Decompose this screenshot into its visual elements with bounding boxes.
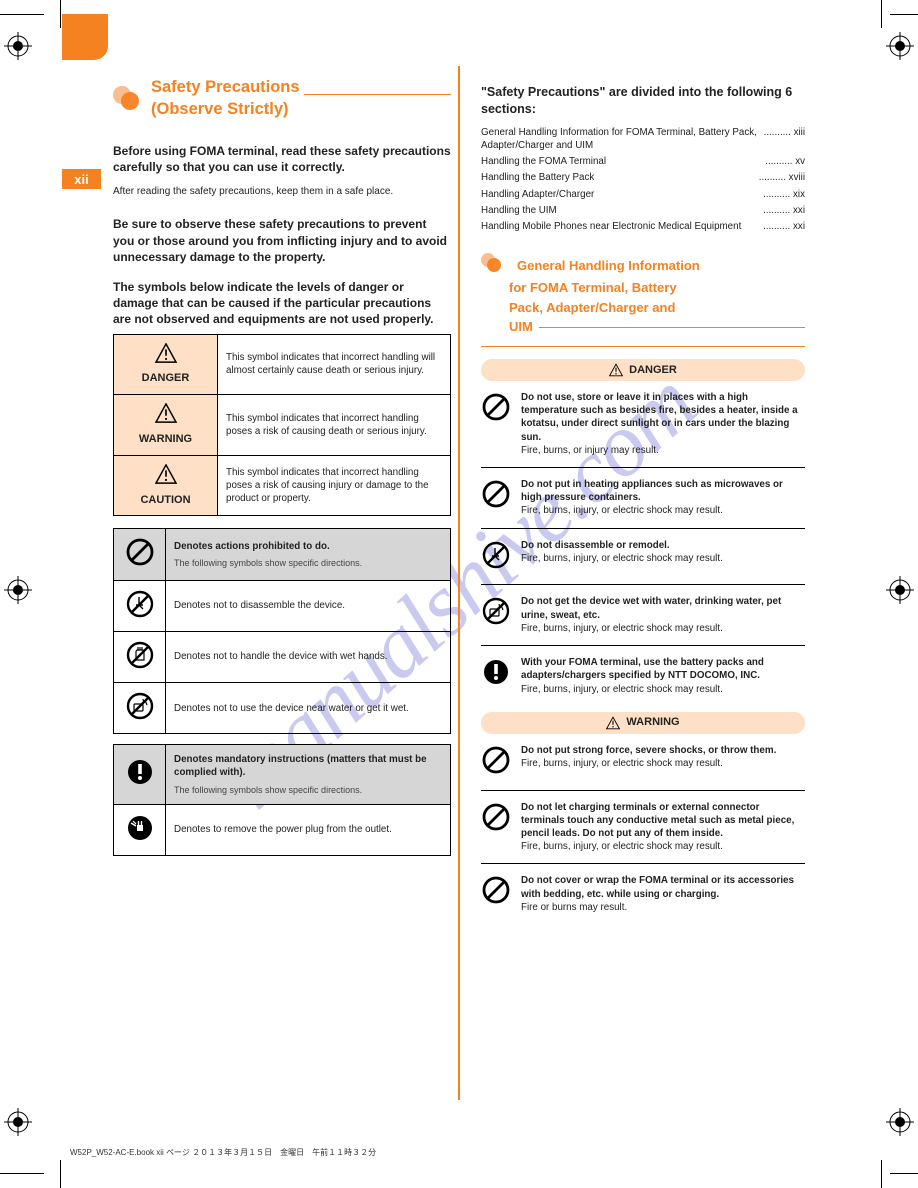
danger-heading-bar: DANGER [481,359,805,381]
corner-tab [62,14,108,60]
crop-mark [890,14,918,15]
no-disassemble-icon [125,589,155,619]
registration-mark-icon [886,576,914,604]
page-number-tab: xii [62,169,101,189]
safety-rule: Do not put strong force, severe shocks, … [481,744,805,780]
intro-paragraph-1: After reading the safety precautions, ke… [113,185,451,199]
crop-mark [0,1173,44,1174]
mandatory-icon [481,657,511,687]
section-title-cont: (Observe Strictly) [151,98,300,120]
registration-mark-icon [4,576,32,604]
table-row: Denotes not to handle the device with we… [114,631,451,682]
safety-rule: Do not disassemble or remodel.Fire, burn… [481,539,805,575]
safety-rule: Do not cover or wrap the FOMA terminal o… [481,874,805,914]
danger-triangle-icon [155,343,177,363]
intro-heading-1: Before using FOMA terminal, read these s… [113,143,451,175]
registration-mark-icon [886,32,914,60]
prohibit-icon [125,537,155,567]
crop-mark [60,0,61,28]
crop-mark [60,1160,61,1188]
no-wet-hands-icon [125,640,155,670]
subsection-title-cont: UIM [509,318,533,336]
crop-mark [881,0,882,28]
table-row: DANGER This symbol indicates that incorr… [114,334,451,395]
no-water-icon [481,596,511,626]
table-row: CAUTION This symbol indicates that incor… [114,455,451,516]
table-row: Denotes mandatory instructions (matters … [114,745,451,805]
table-row: WARNING This symbol indicates that incor… [114,395,451,456]
prohibit-icon [481,479,511,509]
crop-mark [890,1173,918,1174]
registration-mark-icon [4,32,32,60]
danger-triangle-icon [609,363,623,377]
safety-rule: Do not let charging terminals or externa… [481,801,805,854]
no-water-icon [125,691,155,721]
mandatory-icon [125,757,155,787]
prohibit-icon [481,392,511,422]
safety-rule: Do not put in heating appliances such as… [481,478,805,518]
subsection-title-cont: Pack, Adapter/Charger and [509,299,675,317]
registration-mark-icon [4,1108,32,1136]
section-bullet-icon [481,253,511,277]
safety-rule: With your FOMA terminal, use the battery… [481,656,805,696]
hazard-level-table: DANGER This symbol indicates that incorr… [113,334,451,517]
safety-rule: Do not get the device wet with water, dr… [481,595,805,635]
prohibited-symbol-table: Denotes actions prohibited to do. The fo… [113,528,451,734]
warning-triangle-icon [606,716,620,730]
prohibit-icon [481,802,511,832]
intro-heading-3: The symbols below indicate the levels of… [113,279,451,328]
table-row: Denotes to remove the power plug from th… [114,804,451,855]
mandatory-symbol-table: Denotes mandatory instructions (matters … [113,744,451,856]
table-row: Denotes not to disassemble the device. [114,580,451,631]
caution-triangle-icon [155,464,177,484]
prohibit-icon [481,875,511,905]
safety-rule: Do not use, store or leave it in places … [481,391,805,457]
crop-mark [0,14,44,15]
subsection-title: General Handling Information [517,257,700,275]
table-row: Denotes actions prohibited to do. The fo… [114,529,451,580]
crop-mark [881,1160,882,1188]
unplug-icon [125,813,155,843]
table-row: Denotes not to use the device near water… [114,683,451,734]
no-disassemble-icon [481,540,511,570]
footer-filename: W52P_W52-AC-E.book xii ページ ２０１３年３月１５日 金曜… [70,1147,376,1158]
warning-heading-bar: WARNING [481,712,805,734]
warning-triangle-icon [155,403,177,423]
registration-mark-icon [886,1108,914,1136]
intro-heading-2: Be sure to observe these safety precauti… [113,216,451,265]
subsection-title-cont: for FOMA Terminal, Battery [509,279,677,297]
section-bullet-icon [113,86,143,110]
toc-heading: "Safety Precautions" are divided into th… [481,84,805,118]
section-title: Safety Precautions [151,76,300,98]
column-divider [458,66,460,1100]
prohibit-icon [481,745,511,775]
toc-list: General Handling Information for FOMA Te… [481,126,805,234]
